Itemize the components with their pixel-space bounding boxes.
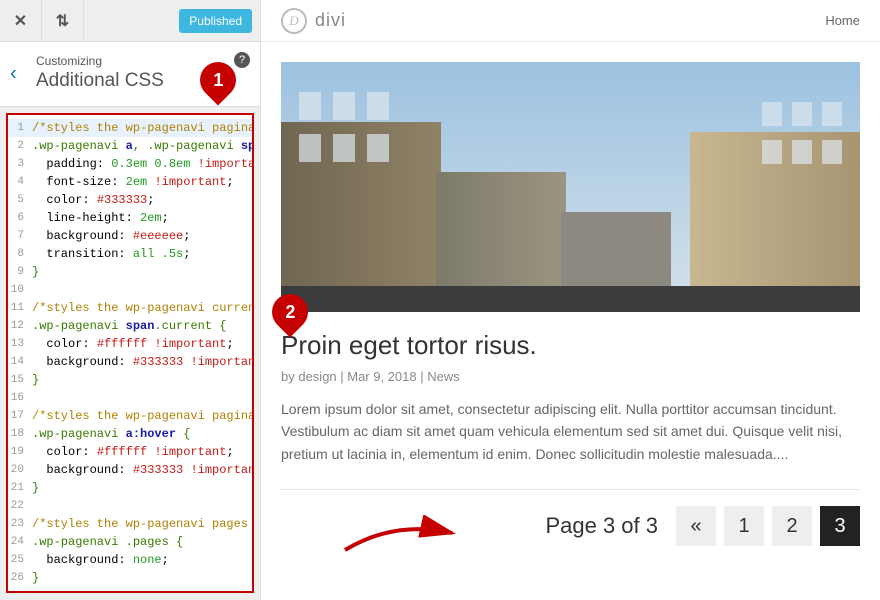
css-editor[interactable]: 1/*styles the wp-pagenavi pagination lin… (8, 115, 252, 591)
code-line[interactable]: 16 (8, 389, 252, 407)
code-line[interactable]: 14 background: #333333 !important; (8, 353, 252, 371)
logo-icon: D (281, 8, 307, 34)
annotation-arrow-icon (340, 515, 460, 565)
code-line[interactable]: 12.wp-pagenavi span.current { (8, 317, 252, 335)
divider (281, 489, 860, 490)
back-button[interactable]: ‹ (10, 63, 17, 86)
pagination-page-1[interactable]: 1 (724, 506, 764, 546)
code-line[interactable]: 13 color: #ffffff !important; (8, 335, 252, 353)
code-line[interactable]: 26} (8, 569, 252, 587)
close-button[interactable]: ✕ (0, 0, 42, 42)
customizer-topbar: ✕ ⇅ Published (0, 0, 260, 42)
code-line[interactable]: 5 color: #333333; (8, 191, 252, 209)
code-line[interactable]: 9} (8, 263, 252, 281)
code-line[interactable]: 10 (8, 281, 252, 299)
code-line[interactable]: 6 line-height: 2em; (8, 209, 252, 227)
code-line[interactable]: 8 transition: all .5s; (8, 245, 252, 263)
help-button[interactable]: ? (234, 52, 250, 68)
pagination-page-3-current[interactable]: 3 (820, 506, 860, 546)
help-icon: ? (239, 54, 245, 66)
code-line[interactable]: 24.wp-pagenavi .pages { (8, 533, 252, 551)
publish-button[interactable]: Published (179, 9, 252, 33)
device-toggle-button[interactable]: ⇅ (42, 0, 84, 42)
code-line[interactable]: 23/*styles the wp-pagenavi pages text*/ (8, 515, 252, 533)
post-title[interactable]: Proin eget tortor risus. (281, 330, 860, 361)
code-line[interactable]: 22 (8, 497, 252, 515)
code-line[interactable]: 17/*styles the wp-pagenavi pagination li… (8, 407, 252, 425)
code-line[interactable]: 21} (8, 479, 252, 497)
code-line[interactable]: 25 background: none; (8, 551, 252, 569)
code-line[interactable]: 4 font-size: 2em !important; (8, 173, 252, 191)
pagination-page-2[interactable]: 2 (772, 506, 812, 546)
nav-home-link[interactable]: Home (825, 13, 860, 28)
code-line[interactable]: 7 background: #eeeeee; (8, 227, 252, 245)
pages-text: Page 3 of 3 (545, 513, 658, 539)
css-editor-outline: 1/*styles the wp-pagenavi pagination lin… (6, 113, 254, 593)
code-line[interactable]: 3 padding: 0.3em 0.8em !important; (8, 155, 252, 173)
logo-text: divi (315, 10, 346, 31)
featured-image (281, 62, 860, 312)
code-line[interactable]: 11/*styles the wp-pagenavi current page … (8, 299, 252, 317)
close-icon: ✕ (14, 11, 27, 31)
code-line[interactable]: 20 background: #333333 !important; (8, 461, 252, 479)
code-line[interactable]: 2.wp-pagenavi a, .wp-pagenavi span { (8, 137, 252, 155)
chevron-left-icon: ‹ (10, 63, 17, 85)
site-header: D divi Home (261, 0, 880, 42)
code-line[interactable]: 15} (8, 371, 252, 389)
site-preview: D divi Home Proin eget tortor risus. by … (261, 0, 880, 600)
code-line[interactable]: 18.wp-pagenavi a:hover { (8, 425, 252, 443)
code-line[interactable]: 1/*styles the wp-pagenavi pagination lin… (8, 119, 252, 137)
pagination-prev[interactable]: « (676, 506, 716, 546)
code-line[interactable]: 19 color: #ffffff !important; (8, 443, 252, 461)
post-excerpt: Lorem ipsum dolor sit amet, consectetur … (281, 398, 860, 465)
post-meta: by design | Mar 9, 2018 | News (281, 369, 860, 384)
post: Proin eget tortor risus. by design | Mar… (281, 330, 860, 465)
shuffle-icon: ⇅ (56, 11, 69, 31)
